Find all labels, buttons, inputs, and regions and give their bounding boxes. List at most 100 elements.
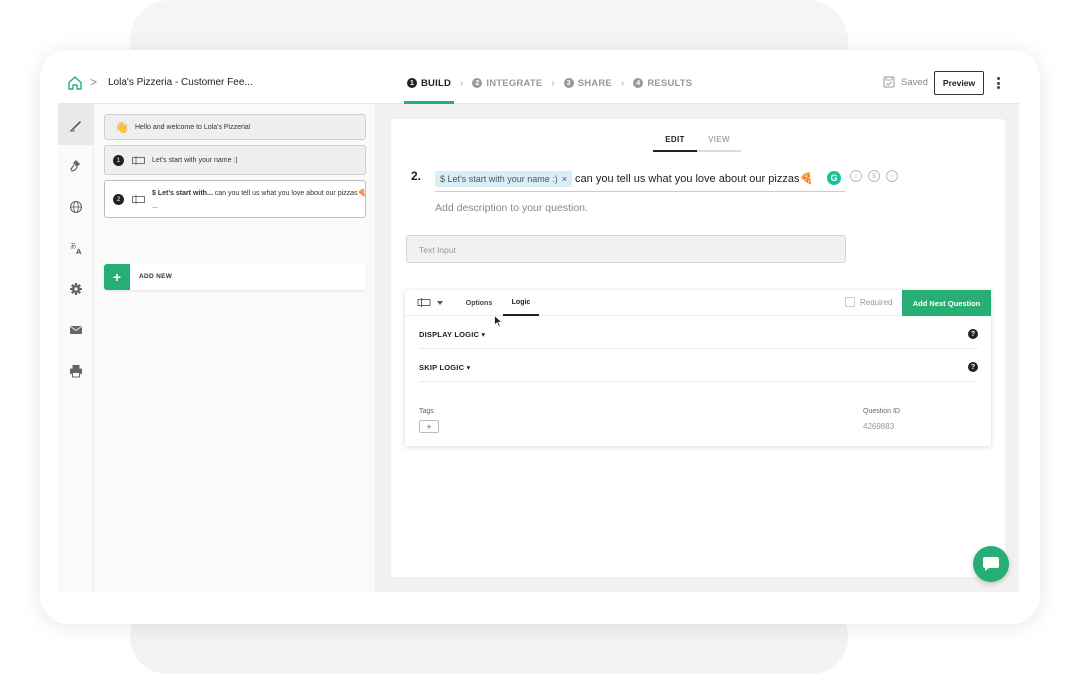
left-nav: あA	[58, 104, 94, 592]
svg-text:A: A	[76, 248, 82, 255]
nav-translate[interactable]: あA	[58, 227, 94, 268]
step-label: RESULTS	[647, 77, 693, 89]
step-label: BUILD	[421, 77, 452, 89]
question-number: 2.	[411, 169, 422, 183]
paint-roller-icon	[70, 159, 80, 172]
close-icon[interactable]: ×	[562, 174, 567, 184]
step-share[interactable]: 3 SHARE	[561, 62, 615, 104]
question-editor-card: EDIT VIEW 2. $ Let's start with your nam…	[391, 119, 1005, 577]
nav-build[interactable]	[58, 104, 94, 145]
save-icon	[883, 76, 895, 88]
chevron-right-icon: ›	[551, 77, 555, 89]
question-text-line: $ Let's start with... can you tell us wh…	[152, 189, 366, 197]
question-list-panel: 👋 Hello and welcome to Lola's Pizzeria! …	[94, 104, 376, 592]
more-icon[interactable]: ⋯	[886, 170, 898, 182]
more-options-icon[interactable]	[995, 75, 1001, 91]
question-text: can you tell us what you love about our …	[212, 190, 367, 197]
screenshot-stage: > Lola's Pizzeria - Customer Fee... 1 BU…	[0, 0, 1080, 674]
step-label: SHARE	[577, 77, 612, 89]
add-new-button[interactable]: + ADD NEW	[104, 264, 366, 290]
mail-icon	[70, 325, 82, 334]
skip-logic-label: SKIP LOGIC ▾	[419, 363, 471, 372]
question-number-badge: 1	[113, 155, 124, 166]
help-icon[interactable]: ?	[968, 362, 978, 372]
plus-icon: +	[104, 264, 130, 290]
step-number: 1	[407, 78, 417, 88]
question-type-picker[interactable]	[417, 298, 443, 307]
add-new-label: ADD NEW	[139, 273, 173, 280]
nav-print[interactable]	[58, 350, 94, 391]
question-tools: ☺ $ ⋯	[850, 170, 898, 182]
help-icon[interactable]: ?	[968, 329, 978, 339]
question-id-label: Question ID	[863, 408, 900, 415]
step-number: 4	[633, 78, 644, 88]
add-next-question-button[interactable]: Add Next Question	[902, 290, 991, 316]
step-results[interactable]: 4 RESULTS	[630, 62, 695, 104]
nav-design[interactable]	[58, 145, 94, 186]
editor-area: EDIT VIEW 2. $ Let's start with your nam…	[376, 104, 1019, 592]
emoji-icon[interactable]: ☺	[850, 170, 862, 182]
gear-icon	[70, 282, 82, 295]
text-input-type-icon	[132, 195, 145, 204]
globe-icon	[69, 200, 83, 213]
breadcrumb-separator: >	[90, 75, 98, 89]
step-integrate[interactable]: 2 INTEGRATE	[469, 62, 545, 104]
piped-text: $ Let's start with...	[152, 190, 213, 197]
step-build[interactable]: 1 BUILD	[404, 62, 455, 104]
required-toggle[interactable]: Required	[845, 297, 892, 307]
skip-logic-row[interactable]: SKIP LOGIC ▾ ?	[419, 349, 978, 382]
text-input-type-icon	[417, 298, 431, 307]
grammarly-icon[interactable]: G	[827, 171, 841, 185]
required-checkbox[interactable]	[845, 297, 855, 307]
nav-settings[interactable]	[58, 268, 94, 309]
tags-label: Tags	[419, 408, 434, 415]
mouse-cursor-icon	[494, 315, 503, 328]
top-bar: > Lola's Pizzeria - Customer Fee... 1 BU…	[58, 62, 1019, 104]
description-field[interactable]: Add description to your question.	[435, 202, 588, 214]
chat-support-button[interactable]	[973, 546, 1009, 582]
home-icon[interactable]	[67, 75, 83, 91]
translate-icon: あA	[70, 242, 82, 255]
step-label: INTEGRATE	[486, 77, 543, 89]
add-tag-button[interactable]: +	[419, 420, 439, 433]
chevron-right-icon: ›	[620, 77, 625, 89]
question-text-more: ...	[152, 203, 158, 210]
question-text: Let's start with your name :)	[152, 157, 238, 164]
display-logic-label: DISPLAY LOGIC ▾	[419, 330, 486, 339]
tab-options[interactable]: Options	[461, 290, 497, 316]
question-card-2[interactable]: 2 $ Let's start with... can you tell us …	[104, 180, 366, 218]
welcome-text: Hello and welcome to Lola's Pizzeria!	[135, 124, 251, 131]
tab-logic[interactable]: Logic	[503, 290, 539, 316]
printer-icon	[70, 364, 82, 377]
question-settings-panel: Options Logic Required Add Next Question…	[405, 290, 991, 446]
saved-label: Saved	[901, 76, 928, 88]
caret-down-icon	[437, 300, 443, 305]
piped-answer-chip[interactable]: $ Let's start with your name :) ×	[435, 170, 573, 187]
text-input-type-icon	[132, 156, 145, 165]
brush-icon	[70, 120, 81, 131]
preview-button[interactable]: Preview	[934, 71, 984, 95]
question-number-badge: 2	[113, 194, 124, 205]
question-card-1[interactable]: 1 Let's start with your name :)	[104, 145, 366, 175]
nav-languages[interactable]	[58, 186, 94, 227]
question-title-field[interactable]: $ Let's start with your name :) × can yo…	[435, 166, 845, 192]
step-number: 3	[563, 78, 574, 88]
edit-view-tabs: EDIT VIEW	[653, 129, 741, 152]
step-number: 2	[472, 78, 483, 88]
welcome-screen-card[interactable]: 👋 Hello and welcome to Lola's Pizzeria!	[104, 114, 366, 140]
tab-view[interactable]: VIEW	[697, 129, 741, 152]
question-title-text: can you tell us what you love about our …	[575, 173, 814, 185]
tab-edit[interactable]: EDIT	[653, 129, 697, 152]
save-status: Saved	[883, 76, 928, 88]
question-id-value: 4269883	[863, 422, 895, 431]
piped-answer-label: $ Let's start with your name :)	[440, 173, 558, 184]
workflow-steps: 1 BUILD › 2 INTEGRATE › 3 SHARE › 4 RESU…	[404, 62, 695, 104]
nav-email[interactable]	[58, 309, 94, 350]
wave-emoji-icon: 👋	[115, 122, 129, 134]
app-window: > Lola's Pizzeria - Customer Fee... 1 BU…	[58, 62, 1019, 592]
piping-dollar-icon[interactable]: $	[868, 170, 880, 182]
settings-header: Options Logic Required Add Next Question	[405, 290, 991, 316]
chevron-right-icon: ›	[460, 77, 464, 89]
answer-text-input-preview: Text Input	[406, 235, 846, 263]
project-title[interactable]: Lola's Pizzeria - Customer Fee...	[108, 77, 253, 88]
